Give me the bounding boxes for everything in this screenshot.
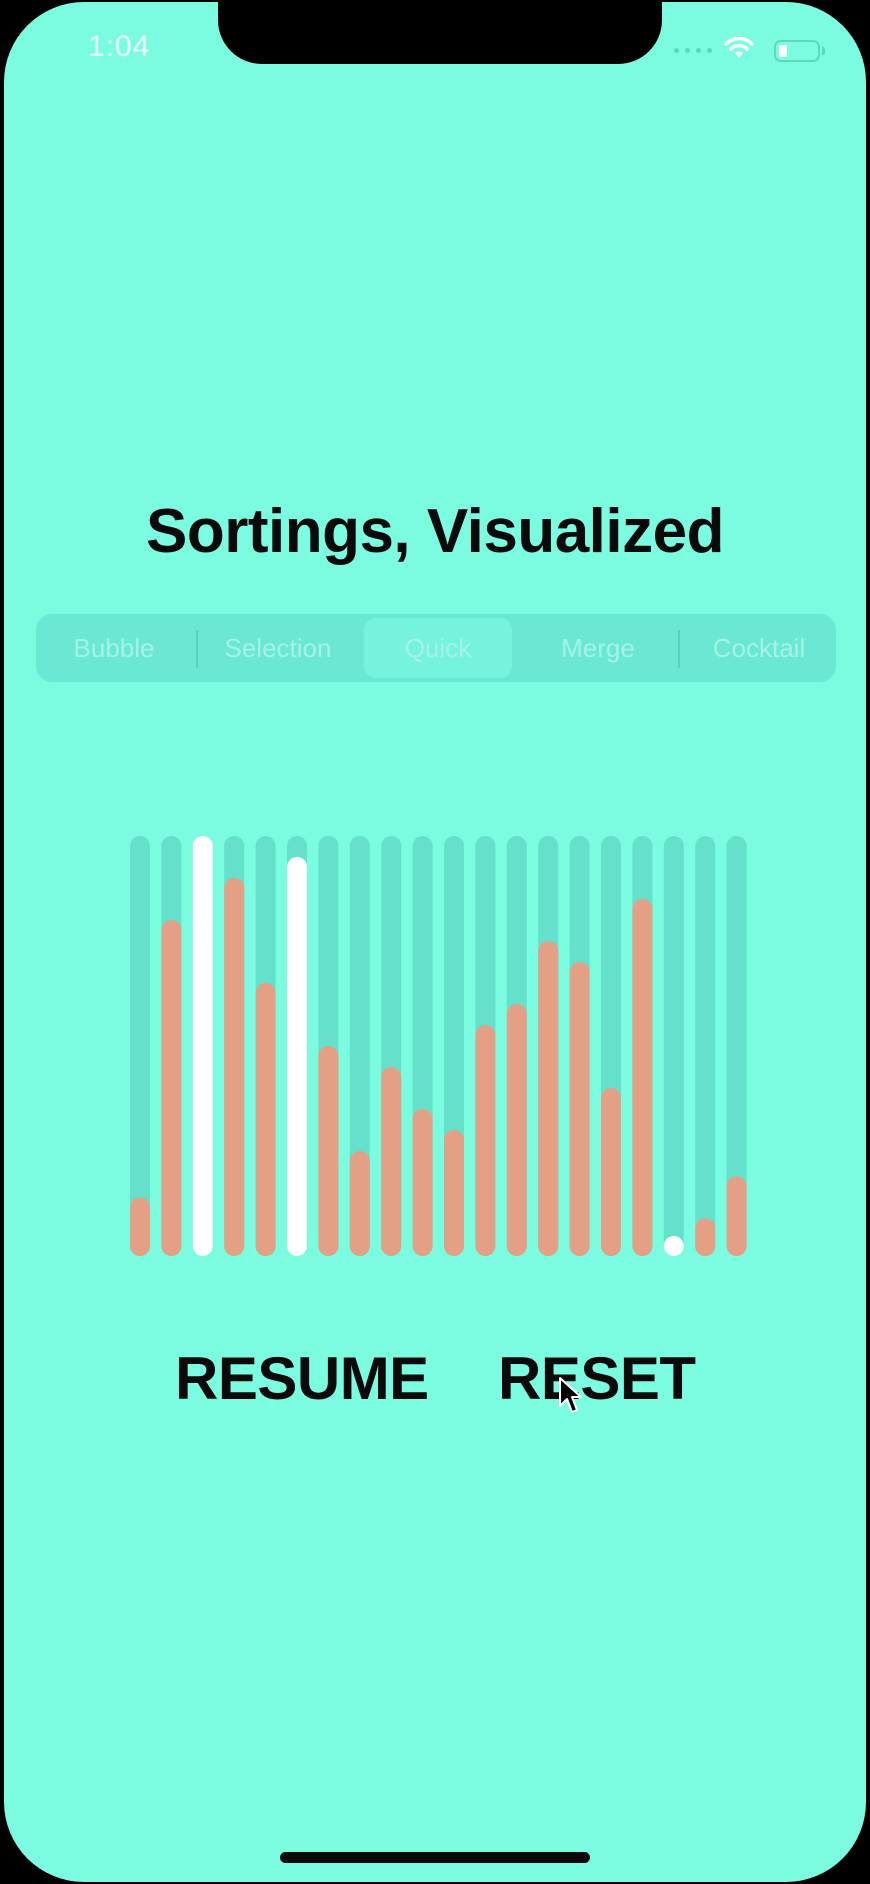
bar-track	[475, 836, 496, 1256]
battery-icon	[774, 40, 825, 62]
reset-button[interactable]: RESET	[498, 1344, 696, 1414]
tab-divider	[678, 630, 680, 668]
bar	[130, 1197, 150, 1256]
bar-track	[287, 836, 307, 1256]
bar-track	[726, 836, 747, 1256]
sort-algorithm-selector[interactable]: Bubble Selection Quick Merge Cocktail	[36, 614, 836, 682]
bar-track	[318, 836, 339, 1256]
bar-track	[349, 836, 370, 1256]
bar-track	[601, 836, 621, 1256]
bar	[726, 1176, 747, 1256]
bar-track	[569, 836, 590, 1256]
bar-track	[695, 836, 716, 1256]
signal-dots-icon	[674, 48, 712, 53]
bar	[381, 1067, 402, 1256]
bar-track	[192, 836, 213, 1256]
bar-active	[287, 857, 307, 1256]
device-notch	[218, 2, 662, 64]
bar-track	[161, 836, 182, 1256]
bar	[695, 1218, 716, 1256]
pointer-cursor-icon	[559, 1377, 582, 1413]
bar-active	[192, 836, 213, 1256]
bar	[632, 899, 653, 1256]
bar-active	[663, 1236, 684, 1256]
bar	[412, 1109, 433, 1256]
resume-button[interactable]: RESUME	[175, 1344, 429, 1414]
tab-merge[interactable]: Merge	[520, 618, 676, 678]
bar	[601, 1088, 621, 1256]
bar	[569, 962, 590, 1256]
bar-track	[381, 836, 402, 1256]
bar	[538, 941, 559, 1256]
bar	[318, 1046, 339, 1256]
wifi-icon	[724, 36, 754, 58]
bar-track	[412, 836, 433, 1256]
bar-track	[130, 836, 150, 1256]
tab-quick[interactable]: Quick	[364, 618, 512, 678]
tab-divider	[196, 630, 198, 668]
bar	[444, 1130, 464, 1256]
bar	[349, 1151, 370, 1256]
status-time: 1:04	[88, 30, 151, 63]
bar-track	[224, 836, 245, 1256]
bar	[161, 920, 182, 1256]
tab-cocktail[interactable]: Cocktail	[682, 618, 836, 678]
app-screen: 1:04 Sortings, Visualized Bubble Selecti…	[4, 2, 866, 1882]
bar-track	[632, 836, 653, 1256]
bar-track	[538, 836, 559, 1256]
bar	[224, 878, 245, 1256]
bar-track	[444, 836, 464, 1256]
page-title: Sortings, Visualized	[145, 497, 725, 566]
home-indicator	[280, 1852, 590, 1863]
bar-track	[506, 836, 527, 1256]
bar-track	[255, 836, 276, 1256]
bar	[475, 1025, 496, 1256]
bar	[255, 983, 276, 1256]
bar-track	[663, 836, 684, 1256]
tab-selection[interactable]: Selection	[200, 618, 356, 678]
tab-bubble[interactable]: Bubble	[36, 618, 192, 678]
bar	[506, 1004, 527, 1256]
